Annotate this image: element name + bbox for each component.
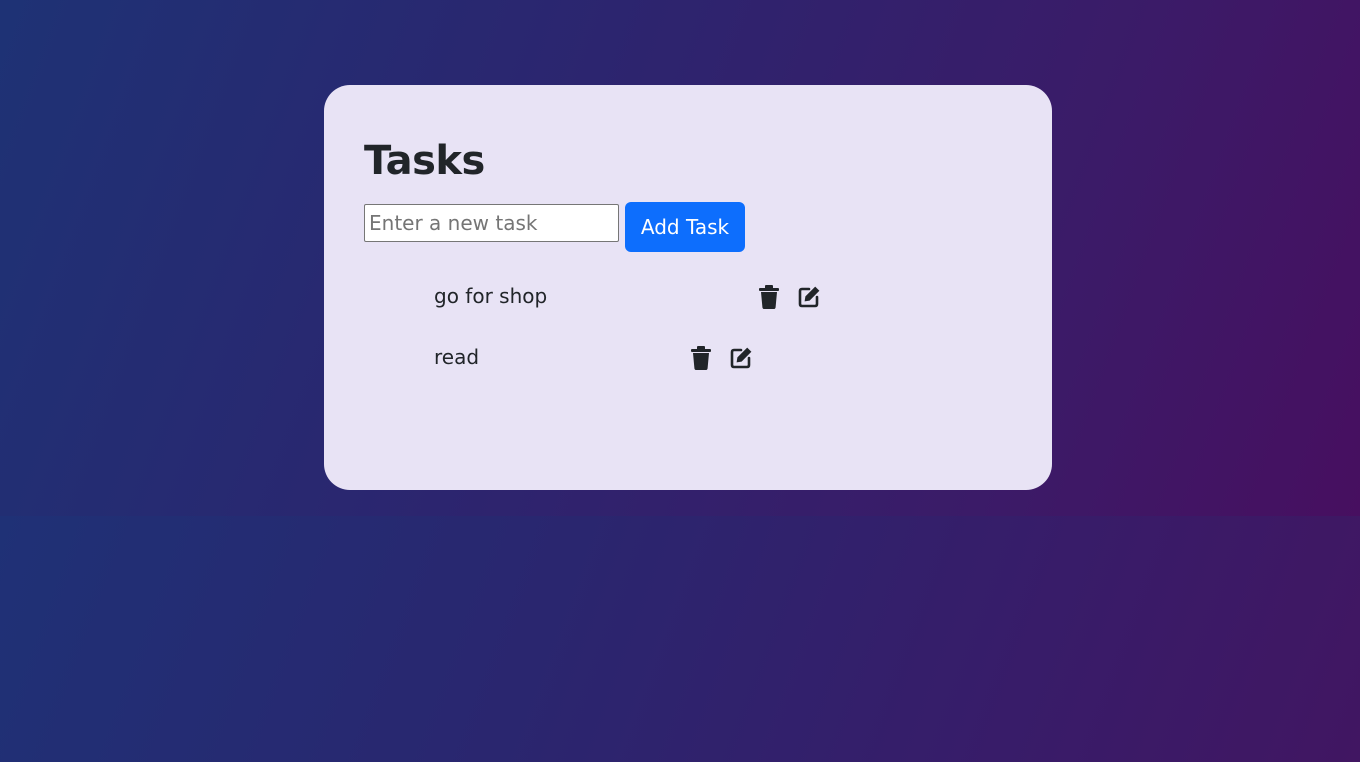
edit-icon[interactable]: [796, 284, 822, 310]
tasks-card: Tasks Add Task go for shop read: [324, 85, 1052, 490]
page-title: Tasks: [364, 138, 485, 184]
task-actions: [756, 284, 836, 310]
edit-icon[interactable]: [728, 345, 754, 371]
trash-icon[interactable]: [756, 284, 782, 310]
new-task-input[interactable]: [364, 204, 619, 242]
task-item: go for shop: [434, 278, 820, 314]
task-actions: [688, 345, 768, 371]
task-text: go for shop: [434, 284, 548, 308]
background-lower: [0, 516, 1360, 762]
task-text: read: [434, 345, 480, 369]
task-item: read: [434, 339, 752, 375]
add-task-button[interactable]: Add Task: [625, 202, 745, 252]
trash-icon[interactable]: [688, 345, 714, 371]
